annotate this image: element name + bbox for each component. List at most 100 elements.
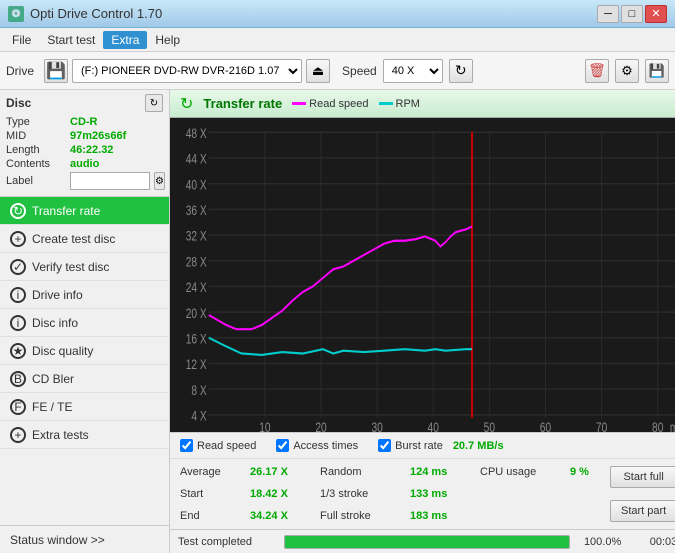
mid-label: MID (6, 130, 66, 142)
svg-text:12 X: 12 X (186, 357, 207, 373)
nav-cd-bler[interactable]: B CD Bler (0, 365, 169, 393)
length-label: Length (6, 144, 66, 156)
check-burst-rate: Burst rate 20.7 MB/s (378, 439, 503, 452)
stats-start-row: Start 18.42 X 1/3 stroke 133 ms (170, 483, 610, 505)
menu-help[interactable]: Help (147, 31, 188, 49)
svg-text:80: 80 (652, 419, 663, 432)
svg-text:16 X: 16 X (186, 331, 207, 347)
contents-value: audio (70, 158, 99, 170)
menu-file[interactable]: File (4, 31, 39, 49)
right-panel: ↻ Transfer rate Read speed RPM (170, 90, 675, 553)
chart-icon: ↻ (180, 94, 193, 114)
app-icon: 💿 (8, 6, 24, 22)
menu-extra[interactable]: Extra (103, 31, 147, 49)
toolbar: Drive 💾 (F:) PIONEER DVD-RW DVR-216D 1.0… (0, 52, 675, 90)
disc-section: Disc ↻ Type CD-R MID 97m26s66f Length 46… (0, 90, 169, 197)
clear-button[interactable]: 🗑 (585, 59, 609, 83)
read-speed-check-label: Read speed (197, 440, 256, 452)
svg-text:28 X: 28 X (186, 254, 207, 270)
stats-average-row: Average 26.17 X Random 124 ms CPU usage … (170, 461, 610, 483)
svg-text:8 X: 8 X (191, 382, 206, 398)
svg-text:4 X: 4 X (191, 408, 206, 424)
nav-extra-label: Extra tests (32, 428, 89, 442)
check-access-times: Access times (276, 439, 358, 452)
fullstroke-value: 183 ms (410, 510, 460, 522)
maximize-button[interactable]: □ (621, 5, 643, 23)
nav-disc-icon: i (10, 315, 26, 331)
disc-refresh-button[interactable]: ↻ (145, 94, 163, 112)
nav-verify-icon: ✓ (10, 259, 26, 275)
read-speed-checkbox[interactable] (180, 439, 193, 452)
nav-quality-icon: ★ (10, 343, 26, 359)
cpu-value: 9 % (570, 466, 600, 478)
end-label: End (180, 510, 230, 522)
chart-svg: 48 X 44 X 40 X 36 X 32 X 28 X 24 X 20 X … (170, 118, 675, 432)
chart-header: ↻ Transfer rate Read speed RPM (170, 90, 675, 118)
contents-label: Contents (6, 158, 66, 170)
start-part-button[interactable]: Start part (610, 500, 675, 522)
drive-eject-button[interactable]: ⏏ (306, 59, 330, 83)
nav-bler-label: CD Bler (32, 372, 74, 386)
minimize-button[interactable]: ─ (597, 5, 619, 23)
mid-value: 97m26s66f (70, 130, 126, 142)
nav-fete-label: FE / TE (32, 400, 72, 414)
nav-transfer-rate-icon: ↻ (10, 203, 26, 219)
random-label: Random (320, 466, 390, 478)
start-full-button[interactable]: Start full (610, 466, 675, 488)
drive-icon-button[interactable]: 💾 (44, 59, 68, 83)
type-label: Type (6, 116, 66, 128)
legend-rpm-color (379, 102, 393, 105)
progress-percent: 100.0% (576, 536, 621, 548)
nav-disc-quality[interactable]: ★ Disc quality (0, 337, 169, 365)
chart-canvas: 48 X 44 X 40 X 36 X 32 X 28 X 24 X 20 X … (170, 118, 675, 432)
nav-verify-test-disc[interactable]: ✓ Verify test disc (0, 253, 169, 281)
nav-fe-te[interactable]: F FE / TE (0, 393, 169, 421)
save-button[interactable]: 💾 (645, 59, 669, 83)
nav-verify-label: Verify test disc (32, 260, 109, 274)
legend-read-color (292, 102, 306, 105)
cpu-label: CPU usage (480, 466, 550, 478)
svg-text:30: 30 (371, 419, 382, 432)
menu-start-test[interactable]: Start test (39, 31, 103, 49)
nav-transfer-rate[interactable]: ↻ Transfer rate (0, 197, 169, 225)
end-value: 34.24 X (250, 510, 300, 522)
status-time: 00:03 (627, 536, 675, 548)
sidebar: Disc ↻ Type CD-R MID 97m26s66f Length 46… (0, 90, 170, 553)
nav-disc-info[interactable]: i Disc info (0, 309, 169, 337)
access-times-checkbox[interactable] (276, 439, 289, 452)
status-window-button[interactable]: Status window >> (0, 525, 169, 553)
refresh-button[interactable]: ↻ (449, 59, 473, 83)
close-button[interactable]: ✕ (645, 5, 667, 23)
nav-bler-icon: B (10, 371, 26, 387)
settings-button[interactable]: ⚙ (615, 59, 639, 83)
speed-select[interactable]: 40 X Maximum 8 X 16 X 24 X 32 X 48 X (383, 59, 443, 83)
svg-text:20 X: 20 X (186, 305, 207, 321)
svg-text:min: min (670, 419, 675, 432)
check-read-speed: Read speed (180, 439, 256, 452)
svg-text:10: 10 (259, 419, 270, 432)
svg-text:48 X: 48 X (186, 125, 207, 141)
label-settings-button[interactable]: ⚙ (154, 172, 165, 190)
nav-quality-label: Disc quality (32, 344, 93, 358)
window-title: Opti Drive Control 1.70 (30, 6, 162, 21)
action-buttons: Start full Start part (610, 459, 675, 529)
burst-rate-check-label: Burst rate (395, 440, 443, 452)
nav-extra-icon: + (10, 427, 26, 443)
start-label: Start (180, 488, 230, 500)
stats-left: Average 26.17 X Random 124 ms CPU usage … (170, 459, 610, 529)
status-window-label: Status window >> (10, 533, 105, 547)
nav-items: ↻ Transfer rate + Create test disc ✓ Ver… (0, 197, 169, 525)
status-bar: Test completed 100.0% 00:03 (170, 529, 675, 553)
nav-create-test-disc[interactable]: + Create test disc (0, 225, 169, 253)
label-input[interactable] (70, 172, 150, 190)
svg-text:40: 40 (428, 419, 439, 432)
speed-label: Speed (342, 64, 377, 78)
main-content: Disc ↻ Type CD-R MID 97m26s66f Length 46… (0, 90, 675, 553)
stroke13-value: 133 ms (410, 488, 460, 500)
nav-extra-tests[interactable]: + Extra tests (0, 421, 169, 449)
nav-drive-info[interactable]: i Drive info (0, 281, 169, 309)
drive-select[interactable]: (F:) PIONEER DVD-RW DVR-216D 1.07 (72, 59, 302, 83)
bottom-controls: Read speed Access times Burst rate 20.7 … (170, 432, 675, 529)
burst-rate-checkbox[interactable] (378, 439, 391, 452)
start-value: 18.42 X (250, 488, 300, 500)
